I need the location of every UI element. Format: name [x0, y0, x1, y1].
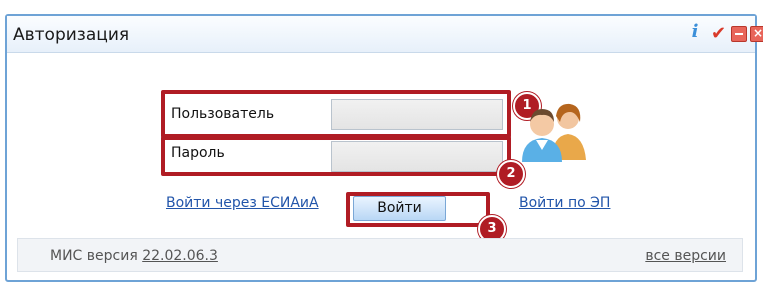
esia-login-link[interactable]: Войти через ЕСИАиА — [166, 195, 319, 211]
ep-login-link[interactable]: Войти по ЭП — [519, 195, 610, 211]
minimize-icon[interactable] — [731, 26, 747, 42]
login-button[interactable]: Войти — [353, 196, 446, 221]
highlight-password — [161, 136, 511, 176]
close-icon[interactable]: × — [750, 26, 763, 42]
title-bar: Авторизация i ✔ × — [7, 16, 763, 53]
version-text: МИС версия 22.02.06.3 — [50, 248, 218, 264]
all-versions-link[interactable]: все версии — [645, 248, 726, 264]
check-icon[interactable]: ✔ — [711, 25, 727, 43]
version-prefix: МИС версия — [50, 248, 143, 264]
version-footer: МИС версия 22.02.06.3 все версии — [17, 238, 743, 272]
info-icon[interactable]: i — [689, 23, 701, 41]
users-avatar-icon — [522, 103, 586, 162]
window-title: Авторизация — [13, 25, 130, 45]
badge-2: 2 — [497, 160, 525, 188]
version-link[interactable]: 22.02.06.3 — [142, 248, 218, 264]
highlight-user — [161, 90, 511, 138]
